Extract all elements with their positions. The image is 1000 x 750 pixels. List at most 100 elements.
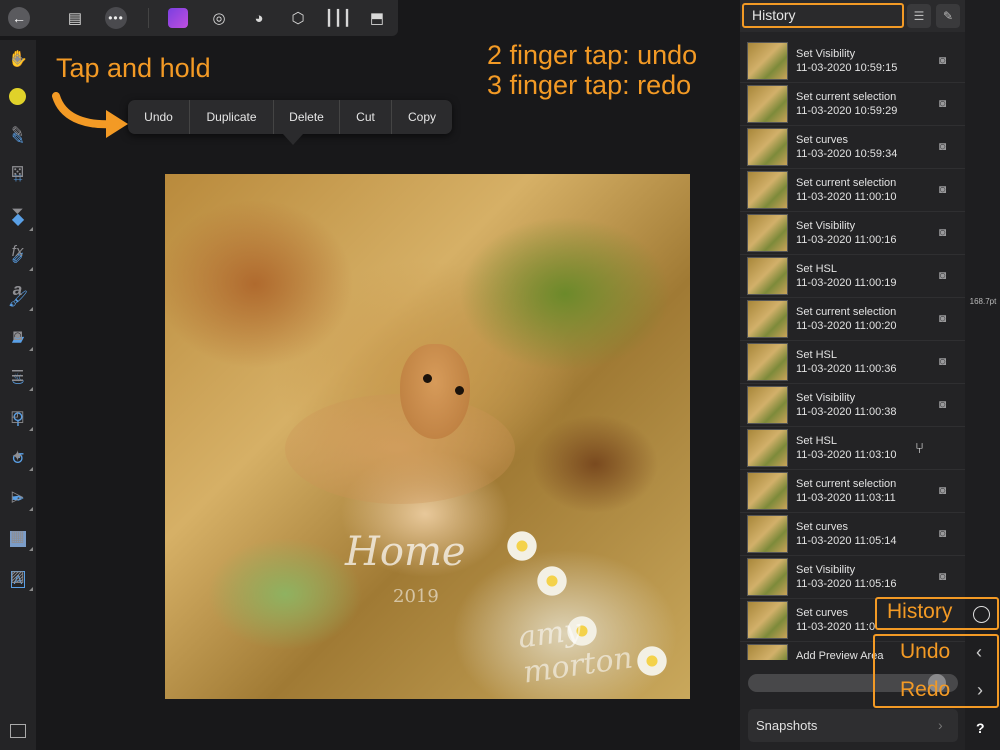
menu-item-copy[interactable]: Copy bbox=[392, 100, 452, 134]
context-menu: Undo Duplicate Delete Cut Copy bbox=[128, 100, 452, 134]
history-entry[interactable]: Set curves 11-03-2020 11:05:14 ◙ bbox=[740, 513, 965, 556]
pin-button[interactable]: ✎ bbox=[936, 4, 960, 28]
camera-icon[interactable]: ◙ bbox=[939, 268, 946, 282]
font-size-label: 168.7pt bbox=[969, 297, 997, 306]
history-thumbnail bbox=[747, 472, 788, 510]
history-thumbnail bbox=[747, 300, 788, 338]
share-button[interactable]: ⬒ bbox=[364, 6, 390, 30]
fx-button[interactable]: fx bbox=[4, 238, 31, 265]
camera-icon[interactable]: ◙ bbox=[939, 182, 946, 196]
history-entry[interactable]: Set Visibility 11-03-2020 10:59:15 ◙ bbox=[740, 40, 965, 83]
snapshots-button[interactable]: Snapshots bbox=[748, 709, 958, 742]
history-entry[interactable]: Set HSL 11-03-2020 11:00:19 ◙ bbox=[740, 255, 965, 298]
color-button[interactable] bbox=[4, 83, 31, 110]
stock-button[interactable]: ▦ bbox=[4, 522, 31, 549]
export-persona-icon: ┃┃┃ bbox=[324, 10, 352, 27]
history-thumbnail bbox=[747, 644, 788, 660]
liquify-persona-button[interactable]: ◎ bbox=[206, 6, 232, 30]
history-entry-name: Set curves bbox=[796, 607, 848, 619]
camera-icon[interactable]: ◙ bbox=[939, 483, 946, 497]
annotation-gesture-undo: 2 finger tap: undo bbox=[487, 40, 698, 70]
history-entry[interactable]: Set current selection 11-03-2020 11:03:11… bbox=[740, 470, 965, 513]
context-menu-pointer bbox=[283, 134, 303, 145]
menu-item-duplicate[interactable]: Duplicate bbox=[190, 100, 274, 134]
history-entry-time: 11-03-2020 10:59:29 bbox=[796, 105, 898, 117]
history-entry[interactable]: Set Visibility 11-03-2020 11:05:16 ◙ bbox=[740, 556, 965, 599]
canvas-document[interactable]: Home 2019 amy morton bbox=[165, 174, 690, 699]
document-button[interactable]: ▤ bbox=[62, 6, 88, 30]
history-list[interactable]: Set Visibility 11-03-2020 10:59:15 ◙ Set cu… bbox=[740, 32, 965, 660]
character-button[interactable]: a bbox=[4, 276, 31, 303]
history-entry[interactable]: Set current selection 11-03-2020 11:00:10… bbox=[740, 169, 965, 212]
layers-button[interactable]: ◈ bbox=[4, 44, 31, 71]
history-thumbnail bbox=[747, 171, 788, 209]
undo-chevron-left-icon[interactable]: ‹ bbox=[976, 642, 982, 663]
affinity-photo-window: ← ▤ ••• ◎ ◕ ⬡ ┃┃┃ ⬒ ✋ ➤ ✎ ⌗ ◆ ✐ 🖌 ▰ ♨ ⚲ … bbox=[0, 0, 1000, 750]
history-entry-time: 11-03-2020 11:00:36 bbox=[796, 363, 897, 375]
history-thumbnail bbox=[747, 42, 788, 80]
annotation-gesture-redo: 3 finger tap: redo bbox=[487, 70, 692, 100]
history-entry[interactable]: Set current selection 11-03-2020 11:00:20… bbox=[740, 298, 965, 341]
history-entry[interactable]: Set HSL 11-03-2020 11:00:36 ◙ bbox=[740, 341, 965, 384]
history-entry-name: Set curves bbox=[796, 521, 848, 533]
back-button[interactable]: ← bbox=[6, 6, 32, 30]
history-entry-time: 11-03-2020 10:59:34 bbox=[796, 148, 898, 160]
navigator-icon: ✦ bbox=[11, 447, 24, 465]
filters-button[interactable]: ⏷ bbox=[4, 198, 31, 225]
history-entry[interactable]: Set curves 11-03-2020 10:59:34 ◙ bbox=[740, 126, 965, 169]
layers-icon: ◈ bbox=[11, 49, 24, 67]
tone-mapping-persona-button[interactable]: ⬡ bbox=[285, 6, 311, 30]
menu-item-cut[interactable]: Cut bbox=[340, 100, 392, 134]
image-library-button[interactable]: ▨ bbox=[4, 562, 31, 589]
camera-icon[interactable]: ◙ bbox=[939, 53, 946, 67]
photo-persona-button[interactable] bbox=[165, 6, 191, 30]
camera-icon[interactable]: ◙ bbox=[939, 311, 946, 325]
history-thumbnail bbox=[747, 85, 788, 123]
deer-eye-art bbox=[423, 374, 432, 383]
clock-icon[interactable] bbox=[973, 606, 990, 623]
history-thumbnail bbox=[747, 515, 788, 553]
camera-icon[interactable]: ◙ bbox=[939, 569, 946, 583]
camera-icon[interactable]: ◙ bbox=[939, 225, 946, 239]
menu-item-undo[interactable]: Undo bbox=[128, 100, 190, 134]
grid-icon: ▦ bbox=[10, 527, 25, 545]
history-thumbnail bbox=[747, 386, 788, 424]
history-entry-name: Set Visibility bbox=[796, 48, 856, 60]
redo-chevron-right-icon[interactable]: › bbox=[977, 680, 983, 701]
export-persona-button[interactable]: ┃┃┃ bbox=[324, 6, 352, 30]
transform-button[interactable]: ◰ bbox=[4, 402, 31, 429]
camera-icon[interactable]: ◙ bbox=[939, 397, 946, 411]
history-entry[interactable]: Set Visibility 11-03-2020 11:00:38 ◙ bbox=[740, 384, 965, 427]
history-thumbnail bbox=[747, 429, 788, 467]
camera-icon[interactable]: ◙ bbox=[939, 96, 946, 110]
camera-icon[interactable]: ◙ bbox=[939, 526, 946, 540]
camera-icon[interactable]: ◙ bbox=[939, 354, 946, 368]
history-thumbnail bbox=[747, 558, 788, 596]
more-button[interactable]: ••• bbox=[103, 6, 129, 30]
adjustments-button[interactable]: ⚄ bbox=[4, 158, 31, 185]
ellipsis-icon: ••• bbox=[105, 7, 127, 29]
history-panel-title[interactable]: History bbox=[742, 3, 904, 28]
image-icon[interactable] bbox=[10, 724, 26, 738]
annotation-tap-hold: Tap and hold bbox=[56, 53, 211, 83]
filter-icon: ⏷ bbox=[11, 203, 24, 220]
macro-button[interactable]: ▷ bbox=[4, 482, 31, 509]
camera-icon[interactable]: ◙ bbox=[939, 139, 946, 153]
toolbar-divider bbox=[148, 8, 149, 28]
history-entry[interactable]: Set Visibility 11-03-2020 11:00:16 ◙ bbox=[740, 212, 965, 255]
history-entry-time: 11-03-2020 11:03:10 bbox=[796, 449, 897, 461]
history-entry[interactable]: Set HSL 11-03-2020 11:03:10 ⑂ bbox=[740, 427, 965, 470]
sliders-button[interactable]: ☰ bbox=[4, 362, 31, 389]
camera-button[interactable]: ◙ bbox=[4, 322, 31, 349]
develop-persona-button[interactable]: ◕ bbox=[246, 6, 272, 30]
menu-item-delete[interactable]: Delete bbox=[274, 100, 340, 134]
branch-icon[interactable]: ⑂ bbox=[915, 440, 924, 457]
history-entry-name: Add Preview Area bbox=[796, 650, 884, 660]
chevron-right-icon: › bbox=[938, 717, 943, 733]
brushes-button[interactable]: ✎ bbox=[4, 118, 31, 145]
list-view-button[interactable]: ☰ bbox=[907, 4, 931, 28]
document-icon: ▤ bbox=[67, 10, 83, 27]
history-entry[interactable]: Set current selection 11-03-2020 10:59:29… bbox=[740, 83, 965, 126]
help-button[interactable]: ? bbox=[976, 720, 985, 736]
navigator-button[interactable]: ✦ bbox=[4, 442, 31, 469]
